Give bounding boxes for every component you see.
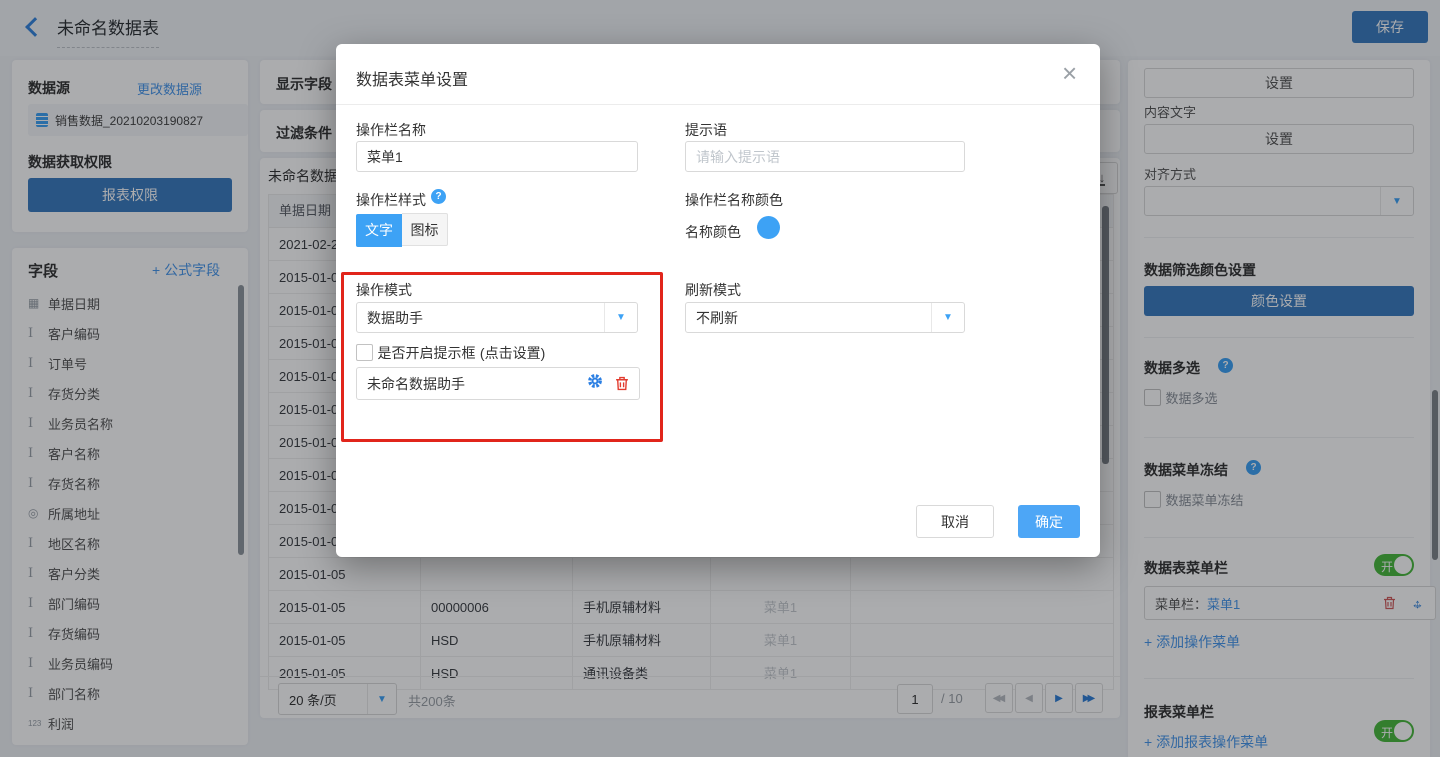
tab-text[interactable]: 文字 <box>356 214 402 247</box>
name-color-label: 名称颜色 <box>685 222 741 242</box>
tab-icon[interactable]: 图标 <box>402 213 448 246</box>
help-icon[interactable]: ? <box>431 189 446 204</box>
confirm-button[interactable]: 确定 <box>1018 505 1080 538</box>
refresh-caret: ▼ <box>931 303 964 332</box>
chevron-down-icon: ▼ <box>943 312 953 323</box>
modal-title: 数据表菜单设置 <box>356 66 468 90</box>
action-style-label: 操作栏样式 <box>356 190 426 210</box>
app-root: 未命名数据表 保存 数据源 更改数据源 销售数据_20210203190827 … <box>0 0 1440 757</box>
refresh-mode-select[interactable]: 不刷新 ▼ <box>685 302 965 333</box>
close-icon[interactable]: × <box>1062 58 1077 89</box>
refresh-mode-label: 刷新模式 <box>685 280 741 300</box>
tip-input[interactable] <box>685 141 965 172</box>
refresh-mode-value: 不刷新 <box>686 308 931 328</box>
modal-header-divider <box>336 104 1100 105</box>
color-swatch[interactable] <box>757 216 780 239</box>
action-name-input[interactable] <box>356 141 638 172</box>
highlight-box <box>341 272 663 442</box>
tip-label: 提示语 <box>685 120 727 140</box>
name-color-section-label: 操作栏名称颜色 <box>685 190 783 210</box>
action-name-label: 操作栏名称 <box>356 120 426 140</box>
style-tabs: 文字图标 <box>356 213 448 247</box>
cancel-button[interactable]: 取消 <box>916 505 994 538</box>
